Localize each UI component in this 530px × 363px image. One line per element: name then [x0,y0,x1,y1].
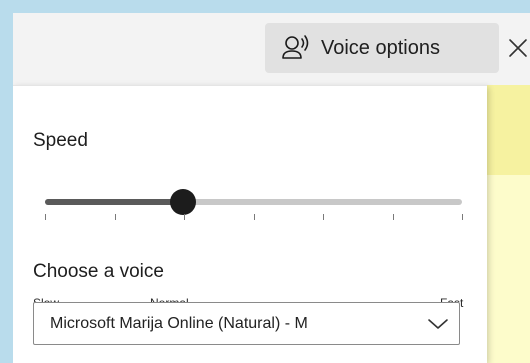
slider-tick [392,214,394,220]
slider-thumb[interactable] [169,189,196,215]
voice-select[interactable]: Microsoft Marija Online (Natural) - M [33,302,460,345]
speed-title: Speed [33,130,88,151]
app-window: Voice options Speed Slow Normal Fast Cho… [13,13,530,363]
slider-fill [45,199,183,205]
toolbar: Voice options [13,13,530,85]
chevron-down-icon [428,318,448,329]
voice-options-panel: Speed Slow Normal Fast Choose a voice Mi… [13,85,487,363]
voice-person-icon [282,35,309,59]
voice-options-label: Voice options [321,36,440,59]
slider-tick [462,214,463,220]
voice-title: Choose a voice [33,261,164,282]
reading-area [483,85,530,363]
slider-tick [184,214,185,220]
voice-select-value: Microsoft Marija Online (Natural) - M [50,314,308,332]
slider-tick [323,214,324,220]
close-icon[interactable] [506,35,530,61]
voice-options-button[interactable]: Voice options [265,23,499,73]
highlighted-line [483,85,530,175]
slider-tick [253,214,255,220]
slider-tick [114,214,116,220]
slider-tick [45,214,46,220]
speed-slider[interactable] [45,186,463,220]
